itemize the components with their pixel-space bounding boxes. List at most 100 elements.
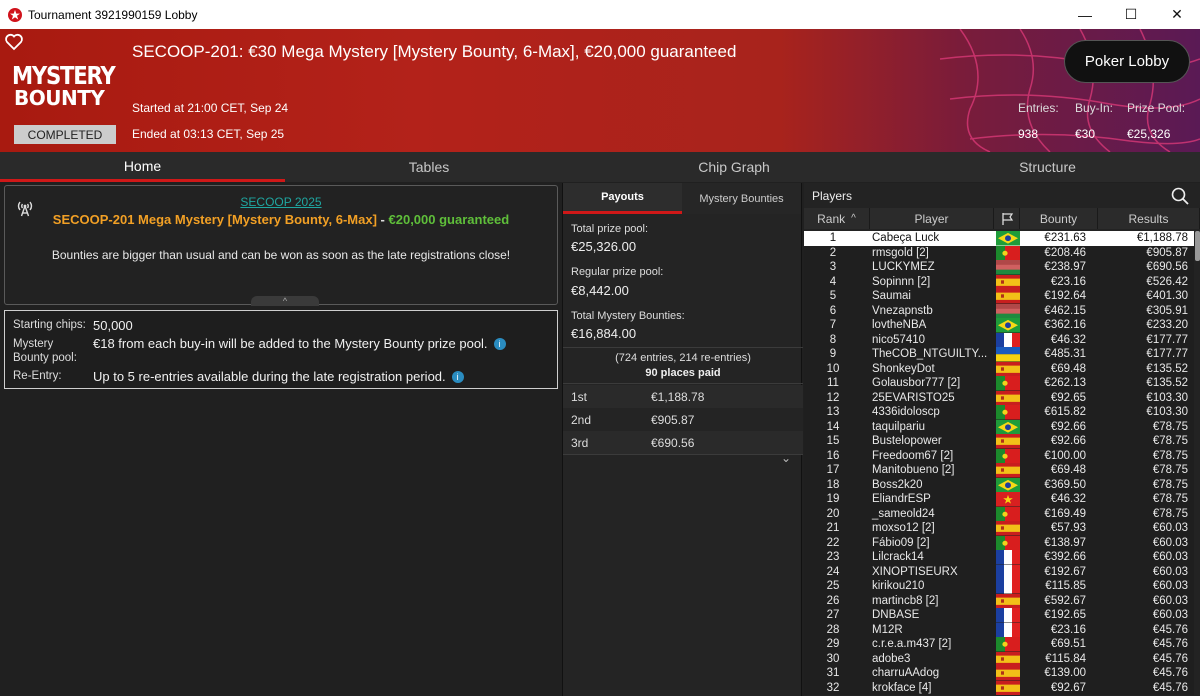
player-row[interactable]: 24 XINOPTISEURX €192.67 €60.03: [804, 564, 1194, 579]
expand-payouts-icon[interactable]: ⌄: [781, 451, 791, 465]
logo-line-1: MYSTERY: [12, 61, 116, 90]
player-row[interactable]: 17 Manitobueno [2] €69.48 €78.75: [804, 463, 1194, 478]
player-result: €177.77: [1146, 348, 1188, 360]
player-row[interactable]: 1 Cabeça Luck €231.63 €1,188.78: [804, 231, 1194, 246]
player-row[interactable]: 26 martincb8 [2] €592.67 €60.03: [804, 593, 1194, 608]
country-flag-icon: [996, 303, 1020, 318]
prizepool-value: €25,326: [1127, 127, 1171, 141]
player-row[interactable]: 32 krokface [4] €92.67 €45.76: [804, 680, 1194, 695]
player-row[interactable]: 19 EliandrESP €46.32 €78.75: [804, 492, 1194, 507]
player-row[interactable]: 16 Freedoom67 [2] €100.00 €78.75: [804, 448, 1194, 463]
payout-place: 2nd: [571, 413, 592, 427]
col-flag[interactable]: [994, 208, 1020, 229]
buyin-value: €30: [1075, 127, 1096, 141]
end-time: Ended at 03:13 CET, Sep 25: [132, 127, 285, 141]
player-row[interactable]: 21 moxso12 [2] €57.93 €60.03: [804, 521, 1194, 536]
player-row[interactable]: 20 _sameold24 €169.49 €78.75: [804, 506, 1194, 521]
collapse-handle[interactable]: ^: [251, 296, 319, 306]
search-icon[interactable]: [1170, 186, 1190, 206]
tab-chip-graph[interactable]: Chip Graph: [573, 152, 895, 182]
player-row[interactable]: 28 M12R €23.16 €45.76: [804, 622, 1194, 637]
col-bounty[interactable]: Bounty: [1020, 208, 1098, 229]
player-row[interactable]: 3 LUCKYMEZ €238.97 €690.56: [804, 260, 1194, 275]
player-name: XINOPTISEURX: [872, 565, 958, 578]
flag-icon: [1001, 212, 1013, 225]
places-paid: 90 places paid: [645, 367, 721, 379]
player-name: EliandrESP: [872, 493, 931, 505]
player-row[interactable]: 2 rmsgold [2] €208.46 €905.87: [804, 245, 1194, 260]
player-row[interactable]: 9 TheCOB_NTGUILTY... €485.31 €177.77: [804, 347, 1194, 362]
player-row[interactable]: 25 kirikou210 €115.85 €60.03: [804, 579, 1194, 594]
player-name: krokface [4]: [872, 681, 932, 694]
minimize-button[interactable]: —: [1062, 0, 1108, 29]
player-row[interactable]: 30 adobe3 €115.84 €45.76: [804, 651, 1194, 666]
poker-lobby-button[interactable]: Poker Lobby: [1064, 40, 1190, 83]
tab-payouts[interactable]: Payouts: [563, 183, 682, 214]
country-flag-icon: [996, 347, 1020, 362]
player-row[interactable]: 13 4336idoloscp €615.82 €103.30: [804, 405, 1194, 420]
tab-tables[interactable]: Tables: [285, 152, 573, 182]
country-flag-icon: [996, 318, 1020, 333]
player-row[interactable]: 7 lovtheNBA €362.16 €233.20: [804, 318, 1194, 333]
player-bounty: €115.85: [1045, 580, 1086, 592]
col-results[interactable]: Results: [1098, 208, 1200, 229]
player-row[interactable]: 27 DNBASE €192.65 €60.03: [804, 608, 1194, 623]
favorite-heart-icon[interactable]: [4, 33, 24, 51]
player-row[interactable]: 14 taquilpariu €92.66 €78.75: [804, 419, 1194, 434]
player-row[interactable]: 29 c.r.e.a.m437 [2] €69.51 €45.76: [804, 637, 1194, 652]
tab-home[interactable]: Home: [0, 152, 285, 182]
player-row[interactable]: 22 Fábio09 [2] €138.97 €60.03: [804, 535, 1194, 550]
player-row[interactable]: 10 ShonkeyDot €69.48 €135.52: [804, 361, 1194, 376]
country-flag-icon: [996, 666, 1020, 681]
player-rank: 16: [826, 449, 840, 462]
info-icon[interactable]: i: [451, 371, 464, 383]
player-name: adobe3: [872, 652, 911, 665]
player-row[interactable]: 5 Saumai €192.64 €401.30: [804, 289, 1194, 304]
player-result: €78.75: [1152, 435, 1188, 447]
player-bounty: €362.16: [1044, 319, 1086, 331]
info-icon[interactable]: i: [493, 338, 506, 350]
col-rank-label: Rank: [817, 211, 846, 226]
player-rank: 11: [827, 377, 839, 389]
player-row[interactable]: 18 Boss2k20 €369.50 €78.75: [804, 477, 1194, 492]
player-name: 4336idoloscp: [872, 406, 940, 418]
player-row[interactable]: 11 Golausbor777 [2] €262.13 €135.52: [804, 376, 1194, 391]
player-bounty: €208.46: [1044, 246, 1086, 259]
player-row[interactable]: 31 charruAAdog €139.00 €45.76: [804, 666, 1194, 681]
player-row[interactable]: 15 Bustelopower €92.66 €78.75: [804, 434, 1194, 449]
player-row[interactable]: 6 Vnezapnstb €462.15 €305.91: [804, 303, 1194, 318]
player-bounty: €69.51: [1050, 638, 1086, 650]
player-rank: 25: [826, 580, 840, 592]
mystery-total-label: Total Mystery Bounties:: [571, 310, 685, 322]
player-name: Fábio09 [2]: [872, 536, 930, 549]
player-row[interactable]: 23 Lilcrack14 €392.66 €60.03: [804, 550, 1194, 565]
player-result: €60.03: [1152, 609, 1188, 621]
player-name: c.r.e.a.m437 [2]: [872, 638, 952, 650]
player-result: €690.56: [1146, 261, 1188, 273]
player-bounty: €192.64: [1044, 290, 1086, 302]
player-bounty: €23.16: [1050, 623, 1086, 636]
player-row[interactable]: 12 25EVARISTO25 €92.65 €103.30: [804, 390, 1194, 405]
reentry-row: Up to 5 re-entries available during the …: [93, 369, 464, 384]
tab-mystery-bounties[interactable]: Mystery Bounties: [682, 183, 801, 214]
player-rank: 31: [826, 667, 840, 679]
player-rank: 14: [826, 420, 840, 433]
player-rank: 30: [826, 652, 840, 665]
player-name: 25EVARISTO25: [872, 391, 955, 404]
player-rank: 17: [826, 464, 840, 476]
player-result: €78.75: [1152, 478, 1188, 491]
player-result: €1,188.78: [1136, 232, 1188, 244]
close-button[interactable]: ✕: [1154, 0, 1200, 29]
series-link[interactable]: SECOOP 2025: [5, 195, 557, 209]
player-result: €60.03: [1152, 594, 1188, 607]
player-result: €45.76: [1152, 623, 1188, 636]
col-rank[interactable]: Rank ^: [804, 208, 870, 229]
col-player[interactable]: Player: [870, 208, 994, 229]
player-row[interactable]: 4 Sopinnn [2] €23.16 €526.42: [804, 274, 1194, 289]
country-flag-icon: [996, 492, 1020, 507]
tab-structure[interactable]: Structure: [895, 152, 1200, 182]
player-row[interactable]: 8 nico57410 €46.32 €177.77: [804, 332, 1194, 347]
players-scrollbar[interactable]: [1195, 231, 1200, 261]
maximize-button[interactable]: ☐: [1108, 0, 1154, 29]
country-flag-icon: [996, 651, 1020, 666]
